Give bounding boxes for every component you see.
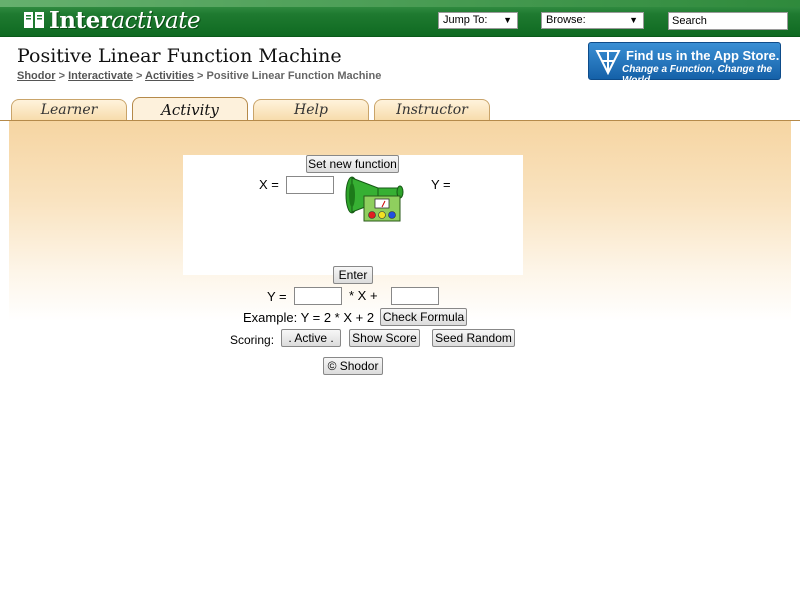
breadcrumb-link-shodor[interactable]: Shodor — [17, 70, 56, 82]
jump-to-select[interactable]: Jump To: ▼ — [438, 12, 518, 29]
x-label: X = — [259, 177, 279, 192]
chevron-down-icon: ▼ — [629, 15, 638, 25]
example-text: Example: Y = 2 * X + 2 — [243, 310, 375, 325]
slope-input[interactable] — [294, 287, 342, 305]
tab-instructor[interactable]: Instructor — [374, 99, 490, 120]
breadcrumb-link-activities[interactable]: Activities — [145, 70, 194, 82]
app-store-title: Find us in the App Store. — [626, 48, 780, 63]
jump-to-label: Jump To: — [443, 14, 488, 26]
shodor-credit-button[interactable]: © Shodor — [323, 357, 383, 375]
formula-y-label: Y = — [267, 289, 287, 304]
enter-button[interactable]: Enter — [333, 266, 373, 284]
x-input[interactable] — [286, 176, 334, 194]
times-x-label: * X + — [349, 288, 378, 303]
book-icon — [24, 12, 44, 28]
breadcrumb-link-interactivate[interactable]: Interactivate — [68, 70, 133, 82]
breadcrumb-separator: > — [197, 70, 204, 82]
chevron-down-icon: ▼ — [503, 15, 512, 25]
browse-label: Browse: — [546, 14, 586, 26]
tab-learner[interactable]: Learner — [11, 99, 127, 120]
app-logo-icon — [595, 50, 621, 75]
breadcrumb: Shodor > Interactivate > Activities > Po… — [17, 70, 381, 82]
intercept-input[interactable] — [391, 287, 439, 305]
browse-select[interactable]: Browse: ▼ — [541, 12, 644, 29]
page-title: Positive Linear Function Machine — [17, 45, 342, 67]
app-store-tagline: Change a Function, Change the World — [622, 64, 773, 86]
active-toggle-button[interactable]: . Active . — [281, 329, 341, 347]
check-formula-button[interactable]: Check Formula — [380, 308, 467, 326]
interactivate-logo[interactable]: Interactivate — [22, 5, 201, 35]
tab-activity[interactable]: Activity — [132, 97, 248, 121]
breadcrumb-separator: > — [135, 70, 143, 82]
show-score-button[interactable]: Show Score — [349, 329, 420, 347]
search-input[interactable]: Search — [668, 12, 788, 30]
y-output-label: Y = — [431, 177, 451, 192]
search-label: Search — [672, 15, 707, 27]
function-machine-icon — [345, 176, 404, 222]
breadcrumb-current: Positive Linear Function Machine — [206, 70, 382, 82]
app-store-banner[interactable]: Find us in the App Store. Change a Funct… — [588, 42, 781, 86]
top-banner: Interactivate Jump To: ▼ Browse: ▼ Searc… — [0, 0, 800, 37]
breadcrumb-separator: > — [58, 70, 65, 82]
tab-help[interactable]: Help — [253, 99, 369, 120]
tab-bar: Learner Activity Help Instructor — [0, 97, 800, 121]
scoring-label: Scoring: — [230, 333, 275, 347]
seed-random-button[interactable]: Seed Random — [432, 329, 515, 347]
set-new-function-button[interactable]: Set new function — [306, 155, 399, 173]
logo-text: Interactivate — [49, 6, 201, 34]
